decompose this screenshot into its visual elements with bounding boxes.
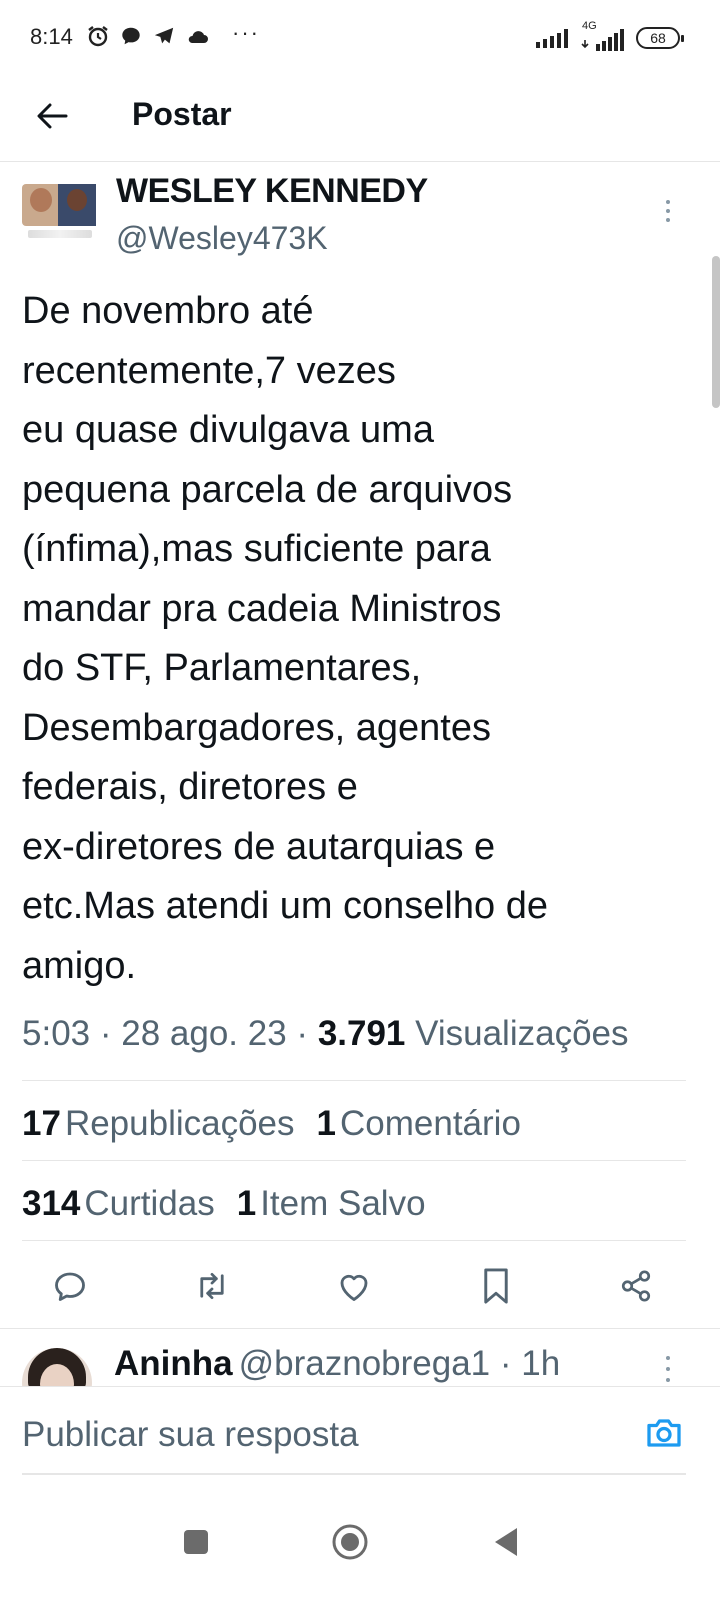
arrow-left-icon bbox=[37, 103, 68, 129]
reposts-label: Republicações bbox=[64, 1104, 295, 1143]
like-button[interactable] bbox=[334, 1266, 374, 1306]
more-dot-icon bbox=[666, 218, 670, 222]
square-icon bbox=[184, 1530, 208, 1554]
more-notifications-icon: ··· bbox=[232, 20, 260, 45]
tweet-time: 5:03 bbox=[22, 1014, 91, 1053]
divider bbox=[22, 1080, 686, 1081]
reply-author-name: Aninha bbox=[114, 1344, 233, 1383]
views-count: 3.791 bbox=[317, 1014, 406, 1053]
battery-level: 68 bbox=[650, 30, 666, 46]
reply-author-handle: @braznobrega1 bbox=[238, 1344, 491, 1383]
more-dot-icon bbox=[666, 1356, 670, 1360]
avatar-photo-right bbox=[58, 184, 96, 226]
avatar-caption-strip bbox=[28, 230, 92, 238]
comments-label: Comentário bbox=[340, 1104, 521, 1143]
bookmark-icon bbox=[484, 1268, 508, 1304]
author-avatar[interactable] bbox=[22, 184, 96, 248]
back-button[interactable] bbox=[30, 94, 74, 138]
author-name[interactable]: WESLEY KENNEDY bbox=[116, 172, 428, 211]
saved-label: Item Salvo bbox=[260, 1184, 426, 1223]
tweet-text-line: eu quase divulgava uma bbox=[22, 409, 434, 451]
divider bbox=[22, 1160, 686, 1161]
tweet-text-line: De novembro até bbox=[22, 290, 314, 332]
tweet-text: De novembro até recentemente,7 vezes eu … bbox=[22, 282, 692, 996]
reposts-count: 17 bbox=[22, 1104, 61, 1143]
tweet-text-line: ex-diretores de autarquias e bbox=[22, 825, 496, 868]
tweet-more-button[interactable] bbox=[656, 196, 680, 226]
home-circle-icon bbox=[332, 1524, 368, 1560]
reply-more-button[interactable] bbox=[656, 1356, 680, 1382]
tweet-text-line: do STF, Parlamentares, bbox=[22, 647, 422, 689]
likes-label: Curtidas bbox=[84, 1184, 215, 1223]
tweet-text-line: amigo. bbox=[22, 944, 137, 987]
reply-compose-bar: Publicar sua resposta bbox=[0, 1386, 720, 1486]
reply-time: 1h bbox=[521, 1344, 561, 1383]
back-nav-button[interactable] bbox=[486, 1522, 526, 1562]
stats-row-2: 314 Curtidas 1 Item Salvo bbox=[22, 1184, 426, 1224]
triangle-back-icon bbox=[495, 1528, 517, 1556]
page-title: Postar bbox=[132, 96, 232, 132]
divider bbox=[22, 1240, 686, 1241]
stats-row-1: 17 Republicações 1 Comentário bbox=[22, 1104, 521, 1144]
camera-icon bbox=[647, 1419, 681, 1447]
avatar-photo-left bbox=[22, 184, 60, 226]
more-dot-icon bbox=[666, 209, 670, 213]
comments-stat[interactable]: 1 Comentário bbox=[317, 1104, 521, 1144]
battery-icon: 68 bbox=[636, 27, 684, 49]
scrollbar-thumb[interactable] bbox=[712, 256, 720, 408]
tweet-date: 28 ago. 23 bbox=[121, 1014, 287, 1053]
tweet-text-line: mandar pra cadeia Ministros bbox=[22, 587, 502, 630]
repost-button[interactable] bbox=[192, 1266, 232, 1306]
share-button[interactable] bbox=[616, 1266, 656, 1306]
bookmark-button[interactable] bbox=[476, 1266, 516, 1306]
signal-icon bbox=[536, 29, 568, 48]
saved-stat[interactable]: 1 Item Salvo bbox=[237, 1184, 426, 1224]
tweet-actions bbox=[0, 1256, 720, 1316]
system-nav-bar bbox=[0, 1488, 720, 1600]
reply-separator-dot: · bbox=[499, 1344, 512, 1383]
tweet-text-line: (ínfima),mas suficiente para bbox=[22, 528, 491, 570]
tweet-text-line: recentemente,7 vezes bbox=[22, 349, 396, 392]
status-bar: 8:14 ··· 4G 68 bbox=[0, 0, 720, 76]
notification-icons: ··· bbox=[86, 20, 260, 48]
share-icon bbox=[621, 1270, 651, 1302]
likes-stat[interactable]: 314 Curtidas bbox=[22, 1184, 215, 1224]
camera-button[interactable] bbox=[644, 1415, 684, 1455]
meta-separator: · bbox=[99, 1014, 112, 1053]
tweet-text-line: Desembargadores, agentes bbox=[22, 706, 491, 749]
tweet-text-line: federais, diretores e bbox=[22, 766, 358, 808]
home-button[interactable] bbox=[330, 1522, 370, 1562]
more-dot-icon bbox=[666, 1378, 670, 1382]
more-dot-icon bbox=[666, 200, 670, 204]
author-handle[interactable]: @Wesley473K bbox=[116, 220, 328, 257]
reply-header[interactable]: Aninha @braznobrega1 · 1h bbox=[114, 1344, 560, 1384]
views-label[interactable]: Visualizações bbox=[415, 1014, 628, 1053]
more-dot-icon bbox=[666, 1367, 670, 1371]
comments-count: 1 bbox=[316, 1104, 336, 1143]
meta-separator: · bbox=[296, 1014, 309, 1053]
alarm-icon bbox=[88, 26, 108, 47]
tweet-meta: 5:03 · 28 ago. 23 · 3.791 Visualizações bbox=[22, 1014, 629, 1054]
system-status-icons: 4G 68 bbox=[536, 20, 684, 52]
compose-underline bbox=[22, 1473, 686, 1475]
mobile-data-indicator: 4G bbox=[580, 20, 626, 52]
telegram-icon bbox=[154, 27, 174, 44]
saved-count: 1 bbox=[236, 1184, 257, 1223]
tweet-text-line: etc.Mas atendi um conselho de bbox=[22, 885, 548, 927]
reply-input[interactable]: Publicar sua resposta bbox=[22, 1415, 359, 1455]
reply-icon bbox=[55, 1272, 85, 1301]
status-time: 8:14 bbox=[30, 24, 73, 49]
reply-separator bbox=[0, 1328, 720, 1329]
reply-button[interactable] bbox=[50, 1266, 90, 1306]
tweet-text-line: pequena parcela de arquivos bbox=[22, 468, 513, 511]
app-header: Postar bbox=[0, 76, 720, 162]
recents-button[interactable] bbox=[176, 1522, 216, 1562]
network-type-label: 4G bbox=[582, 20, 597, 32]
likes-count: 314 bbox=[22, 1184, 81, 1223]
reposts-stat[interactable]: 17 Republicações bbox=[22, 1104, 295, 1144]
chat-bubble-icon bbox=[122, 27, 140, 45]
like-icon bbox=[340, 1274, 368, 1301]
repost-icon bbox=[200, 1272, 224, 1300]
cloud-icon bbox=[188, 31, 208, 43]
